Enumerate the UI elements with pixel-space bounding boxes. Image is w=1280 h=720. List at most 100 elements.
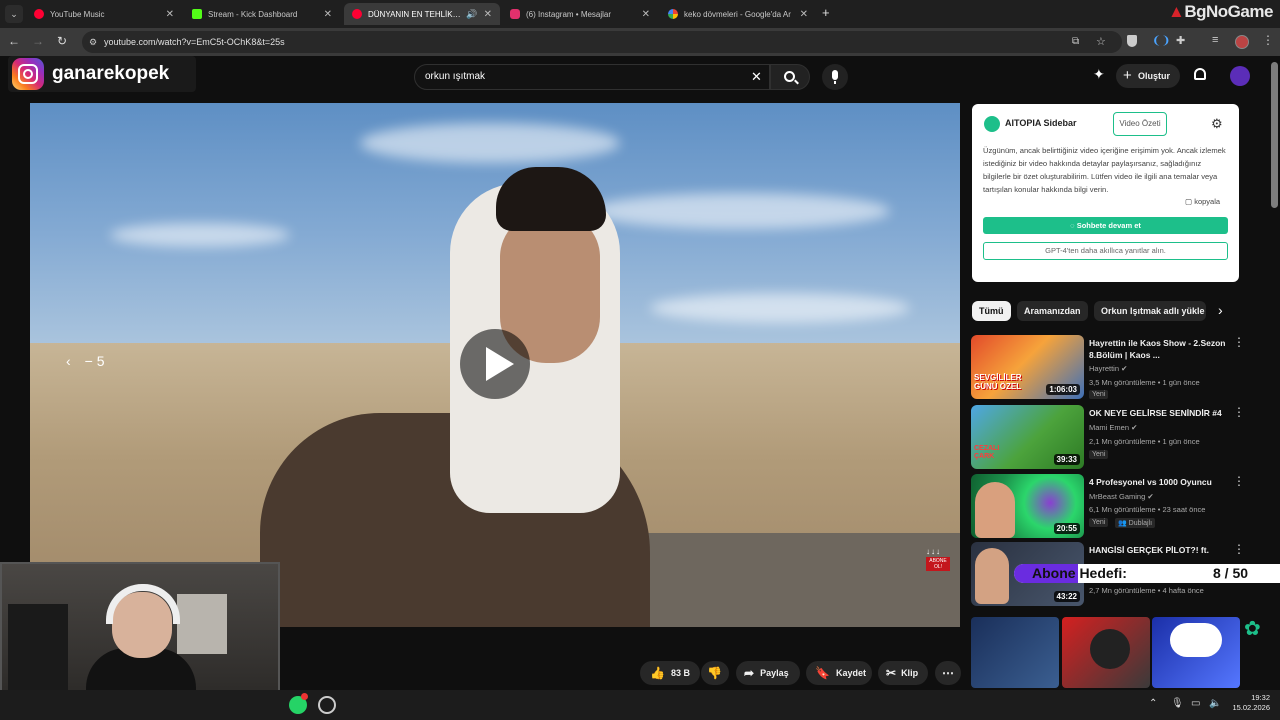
more-actions-button[interactable]: ⋯	[935, 661, 961, 685]
cast-sparkle-icon[interactable]: ✦	[1093, 66, 1105, 83]
create-button[interactable]: + Oluştur	[1116, 64, 1180, 88]
tab-google-search[interactable]: keko dövmeleri - Google'da Ar ✕	[660, 3, 816, 25]
clear-search-icon[interactable]: ✕	[751, 65, 762, 89]
tab-instagram[interactable]: (6) Instagram • Mesajlar ✕	[502, 3, 658, 25]
aitopia-message: Üzgünüm, ancak belirttiğiniz video içeri…	[983, 146, 1226, 194]
more-options-icon[interactable]: ⋮	[1233, 406, 1245, 418]
forward-icon[interactable]: →	[32, 34, 44, 48]
reading-list-icon[interactable]: ≡	[1212, 34, 1218, 46]
browser-menu-icon[interactable]: ⋮	[1262, 33, 1274, 47]
audio-playing-icon[interactable]: 🔊	[466, 9, 477, 20]
clip-button[interactable]: ✂ Klip	[878, 661, 928, 685]
tab-search-icon[interactable]: ⌄	[5, 5, 23, 23]
more-options-icon[interactable]: ⋮	[1233, 543, 1245, 555]
chip-channel-uploads[interactable]: Orkun Işıtmak adlı yükle	[1094, 301, 1206, 321]
channel-name[interactable]: MrBeast Gaming ✔	[1089, 492, 1154, 501]
chip-all[interactable]: Tümü	[972, 301, 1011, 321]
copy-label: kopyala	[1194, 197, 1221, 206]
channel-name[interactable]: Hayrettin ✔	[1089, 364, 1127, 373]
address-bar[interactable]: ⚙ youtube.com/watch?v=EmC5t-OChK8&t=25s …	[82, 31, 1122, 53]
search-input[interactable]: orkun ışıtmak ✕	[414, 64, 770, 90]
seek-back-indicator: ‹ − 5	[66, 353, 105, 369]
close-tab-icon[interactable]: ✕	[642, 9, 650, 20]
dislike-button[interactable]: 👎	[701, 661, 729, 685]
page-scrollbar[interactable]	[1271, 62, 1278, 208]
search-button[interactable]	[770, 64, 810, 90]
continue-chat-button[interactable]: ◌ Sohbete devam et	[983, 217, 1228, 234]
microphone-tray-icon[interactable]: 🎙	[1171, 698, 1184, 709]
shield-extension-icon[interactable]	[1127, 35, 1137, 47]
site-info-icon[interactable]: ⚙	[89, 31, 97, 53]
share-button[interactable]: ➦ Paylaş	[736, 661, 800, 685]
recommended-video[interactable]: CEZALI ÇARK 39:33 OK NEYE GELİRSE SENİND…	[971, 405, 1245, 471]
settings-gear-icon[interactable]: ⚙	[1211, 116, 1223, 132]
short-thumbnail[interactable]	[971, 617, 1059, 688]
video-meta: 2,7 Mn görüntüleme • 4 hafta önce	[1089, 586, 1204, 595]
video-title[interactable]: OK NEYE GELİRSE SENİNDİR #4	[1089, 407, 1227, 419]
video-title[interactable]: 4 Profesyonel vs 1000 Oyuncu	[1089, 476, 1227, 488]
short-thumbnail[interactable]	[1062, 617, 1150, 688]
reload-icon[interactable]: ↻	[57, 34, 67, 48]
save-label: Kaydet	[835, 668, 866, 678]
video-title[interactable]: HANGİSİ GERÇEK PİLOT?! ft.	[1089, 544, 1227, 556]
install-app-icon[interactable]: ⧉	[1072, 31, 1079, 53]
thumbnail-caption: CEZALI ÇARK	[974, 445, 1000, 460]
close-tab-icon[interactable]: ✕	[166, 9, 174, 20]
clock[interactable]: 19:32 15.02.2026	[1230, 693, 1270, 713]
chip-from-search[interactable]: Aramanızdan	[1017, 301, 1088, 321]
audio-extension-icon[interactable]: ❨❩	[1152, 34, 1170, 47]
stone-wall	[630, 533, 960, 627]
chatgpt-floating-icon[interactable]: ✿	[1244, 616, 1261, 641]
tab-kick-dashboard[interactable]: Stream - Kick Dashboard ✕	[184, 3, 340, 25]
more-dots-icon: ⋯	[942, 666, 954, 680]
kick-favicon-icon	[192, 9, 202, 19]
display-tray-icon[interactable]: ▭	[1191, 698, 1200, 709]
close-tab-icon[interactable]: ✕	[800, 9, 808, 20]
new-tab-button[interactable]: +	[822, 5, 830, 20]
back-icon[interactable]: ←	[8, 34, 20, 48]
close-tab-icon[interactable]: ✕	[324, 9, 332, 20]
copy-button[interactable]: ▢ kopyala	[1185, 197, 1220, 206]
chips-next-chevron-icon[interactable]: ›	[1218, 302, 1223, 318]
video-player[interactable]: ‹ − 5 ↓↓↓ ABONE OL!	[30, 103, 960, 627]
extensions-puzzle-icon[interactable]: ✚	[1176, 34, 1185, 47]
volume-tray-icon[interactable]: 🔈	[1209, 698, 1221, 709]
tab-youtube-music[interactable]: YouTube Music ✕	[26, 3, 182, 25]
more-options-icon[interactable]: ⋮	[1233, 336, 1245, 348]
channel-name[interactable]: Mami Emen ✔	[1089, 423, 1137, 432]
video-summary-button[interactable]: Video Özeti	[1113, 112, 1167, 136]
recommended-video[interactable]: SEVGİLİLER GÜNÜ ÖZEL 1:06:03 Hayrettin i…	[971, 335, 1245, 401]
save-button[interactable]: 🔖 Kaydet	[806, 661, 872, 685]
account-avatar[interactable]	[1230, 66, 1250, 86]
create-label: Oluştur	[1138, 71, 1171, 81]
play-button[interactable]	[460, 329, 530, 399]
video-duration: 20:55	[1053, 523, 1080, 534]
video-thumbnail[interactable]: SEVGİLİLER GÜNÜ ÖZEL 1:06:03	[971, 335, 1084, 399]
youtube-header: ganarekopek orkun ışıtmak ✕ ✦ + Oluştur	[0, 56, 1280, 96]
like-button[interactable]: 👍 83 B	[640, 661, 700, 685]
short-thumbnail[interactable]	[1152, 617, 1240, 688]
channel-name-text: MrBeast Gaming	[1089, 492, 1146, 501]
close-tab-icon[interactable]: ✕	[484, 9, 492, 20]
thumbnail-face	[975, 482, 1015, 538]
scissors-icon: ✂	[886, 666, 897, 680]
video-thumbnail[interactable]: 20:55	[971, 474, 1084, 538]
video-thumbnail[interactable]: CEZALI ÇARK 39:33	[971, 405, 1084, 469]
microphone-icon-stand	[834, 81, 836, 84]
watermark-flame-icon: ▲	[1168, 2, 1185, 21]
app-taskbar-icon[interactable]	[318, 696, 336, 714]
profile-avatar[interactable]	[1235, 35, 1249, 49]
tray-expand-icon[interactable]: ⌃	[1149, 698, 1157, 709]
recommended-video[interactable]: 20:55 4 Profesyonel vs 1000 Oyuncu MrBea…	[971, 474, 1245, 540]
voice-search-button[interactable]	[822, 64, 848, 90]
share-label: Paylaş	[760, 668, 789, 678]
more-options-icon[interactable]: ⋮	[1233, 475, 1245, 487]
subscribe-corner-widget[interactable]: ↓↓↓ ABONE OL!	[926, 547, 950, 573]
tab-youtube-video[interactable]: DÜNYANIN EN TEHLİKELİ TE 🔊 ✕	[344, 3, 500, 25]
new-badge: Yeni	[1089, 450, 1109, 459]
bookmark-star-icon[interactable]: ☆	[1096, 31, 1106, 53]
video-title[interactable]: Hayrettin ile Kaos Show - 2.Sezon 8.Bölü…	[1089, 337, 1227, 361]
gpt4-upsell-button[interactable]: GPT-4'ten daha akıllıca yanıtlar alın.	[983, 242, 1228, 260]
notifications-bell-icon[interactable]	[1194, 68, 1206, 80]
tab-title: Stream - Kick Dashboard	[208, 9, 298, 19]
